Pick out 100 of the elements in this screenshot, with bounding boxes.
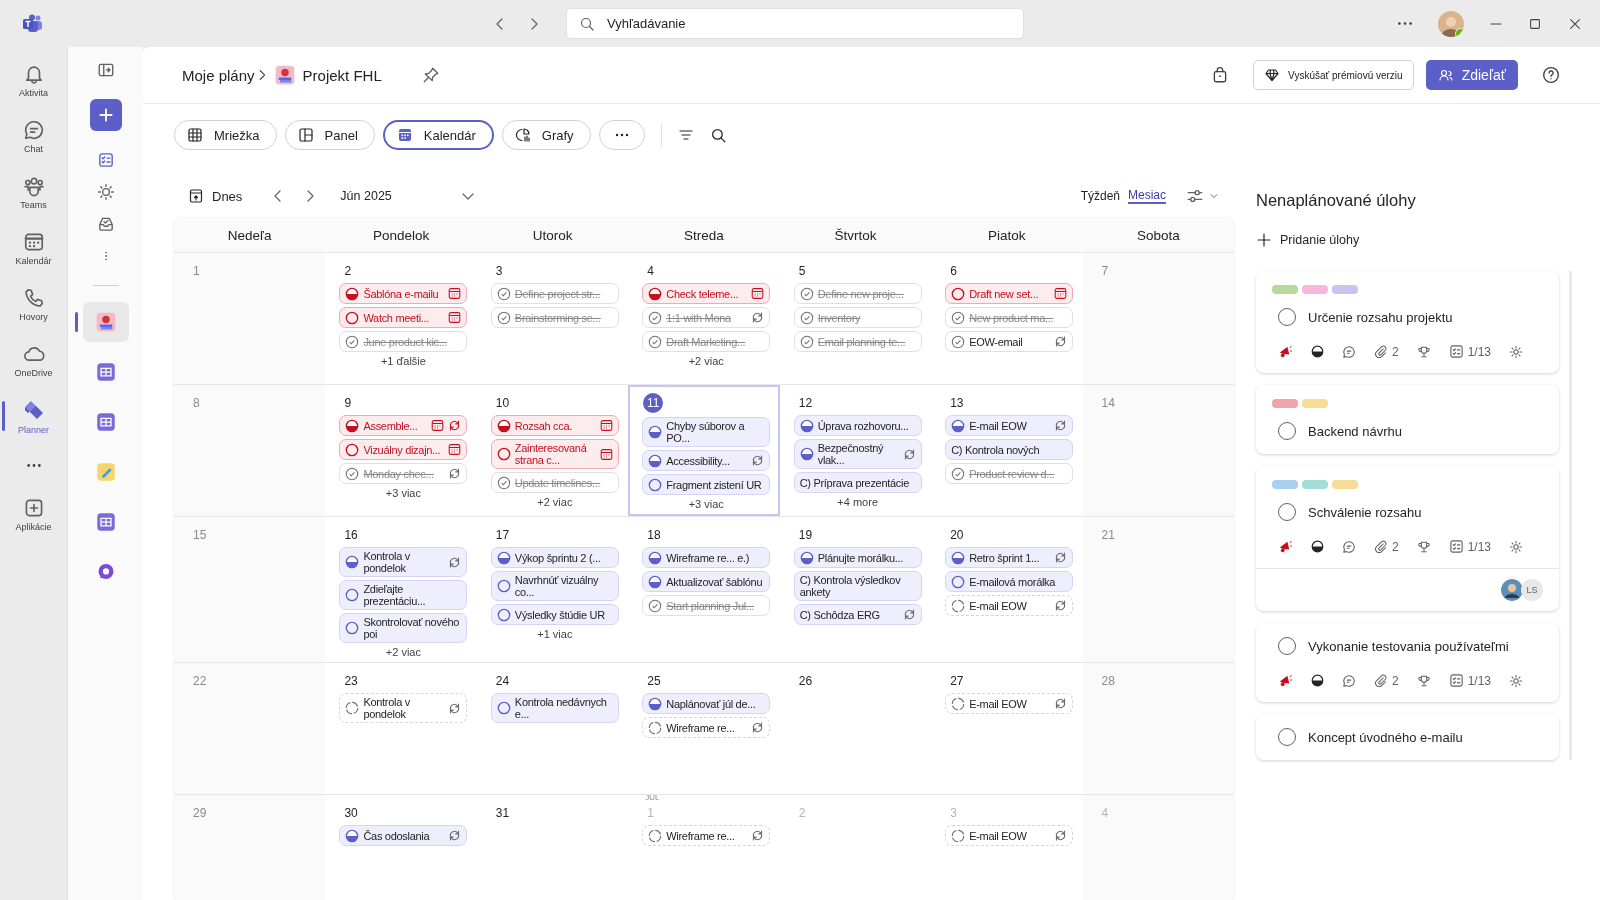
view-tab[interactable]: Kalendár <box>382 120 494 150</box>
task-chip[interactable]: 1:1 with Mona <box>642 307 771 328</box>
task-chip[interactable]: E-mailová morálka <box>945 571 1074 592</box>
task-card[interactable]: Backend návrhu <box>1256 385 1559 454</box>
task-chip[interactable]: Wireframe re... <box>642 825 771 846</box>
task-chip[interactable]: E-mail EOW <box>945 595 1074 616</box>
view-settings-button[interactable] <box>1186 187 1220 205</box>
task-chip[interactable]: Draft Marketing... <box>642 331 771 352</box>
more-tasks-link[interactable]: +1 viac <box>490 628 619 640</box>
task-chip[interactable]: Accessibility... <box>642 450 771 471</box>
search-button[interactable] <box>709 126 727 144</box>
task-chip[interactable]: Kontrola v pondelok <box>339 547 468 577</box>
task-chip[interactable]: Výkop šprintu 2 (... <box>490 547 619 568</box>
task-chip[interactable]: Product review d... <box>945 463 1074 484</box>
task-chip[interactable]: Úprava rozhovoru... <box>793 415 922 436</box>
task-chip[interactable]: Čas odoslania <box>339 825 468 846</box>
maximize-button[interactable] <box>1528 16 1542 31</box>
task-chip[interactable]: Zainteresovaná strana c... <box>490 439 619 469</box>
search-field[interactable]: Vyhľadávanie <box>605 15 1011 32</box>
task-chip[interactable]: Bezpečnostný vlak... <box>793 439 922 469</box>
rail-item[interactable]: Teams <box>0 165 67 219</box>
task-chip[interactable]: Aktualizovať šablónu <box>642 571 771 592</box>
task-chip[interactable]: C) Príprava prezentácie <box>793 472 922 493</box>
rail-item[interactable]: OneDrive <box>0 333 67 387</box>
more-button[interactable] <box>1398 22 1412 25</box>
task-chip[interactable]: EOW-email <box>945 331 1074 352</box>
rail-item[interactable]: Aktivita <box>0 53 67 107</box>
rail-item[interactable]: Kalendár <box>0 221 67 275</box>
rail-item[interactable]: Hovory <box>0 277 67 331</box>
task-chip[interactable]: E-mail EOW <box>945 693 1074 714</box>
task-chip[interactable]: C) Kontrola nových <box>945 439 1074 460</box>
task-chip[interactable]: Update timelines... <box>490 472 619 493</box>
pin-button[interactable] <box>421 66 440 84</box>
task-chip[interactable]: Check teleme... <box>642 283 771 304</box>
task-chip[interactable]: Define new proje... <box>793 283 922 304</box>
day-cell[interactable]: JUL 1 Wireframe re... <box>628 795 780 900</box>
more-tasks-link[interactable]: +2 viac <box>490 496 619 508</box>
more-tasks-link[interactable]: +3 viac <box>642 498 771 510</box>
task-chip[interactable]: Monday chec... <box>339 463 468 484</box>
task-chip[interactable]: Kontrola nedávnych e... <box>490 693 619 723</box>
task-card[interactable]: Určenie rozsahu projektu 2 1/13 <box>1256 271 1559 373</box>
task-chip[interactable]: Fragment zistení UR <box>642 474 771 495</box>
help-button[interactable] <box>1542 66 1560 84</box>
breadcrumb-link[interactable]: Moje plány <box>182 66 255 84</box>
more-tasks-link[interactable]: +3 viac <box>339 487 468 499</box>
task-chip[interactable]: Watch meeti... <box>339 307 468 328</box>
task-chip[interactable]: Wireframe re... <box>642 717 771 738</box>
rail-item[interactable]: Planner <box>0 389 67 443</box>
search-box[interactable]: Vyhľadávanie <box>566 8 1024 39</box>
add-task-button[interactable]: Pridanie úlohy <box>1256 232 1572 248</box>
today-button[interactable]: Dnes <box>188 188 243 204</box>
task-chip[interactable]: Plánujte morálku... <box>793 547 922 568</box>
task-chip[interactable]: Draft new set... <box>945 283 1074 304</box>
rail-item[interactable]: Aplikácie <box>0 487 67 541</box>
task-chip[interactable]: Navrhnúť vizuálny co... <box>490 571 619 601</box>
task-chip[interactable]: Vizuálny dizajn... <box>339 439 468 460</box>
rail-item[interactable]: Chat <box>0 109 67 163</box>
task-chip[interactable]: C) Schôdza ERG <box>793 604 922 625</box>
filter-button[interactable] <box>677 127 694 143</box>
task-chip[interactable]: Assemble... <box>339 415 468 436</box>
range-tab[interactable]: Mesiac <box>1128 188 1166 204</box>
task-chip[interactable]: Email planning te... <box>793 331 922 352</box>
day-cell[interactable]: 11 Chyby súborov a PO... Accessibility... Fragment zistení UR +3 viac <box>628 385 780 516</box>
task-chip[interactable]: Chyby súborov a PO... <box>642 417 771 447</box>
my-day-button[interactable] <box>96 183 115 201</box>
task-chip[interactable]: Inventory <box>793 307 922 328</box>
task-title: Rozsah cca. <box>514 419 574 432</box>
assigned-button[interactable] <box>96 215 115 233</box>
task-chip[interactable]: C) Kontrola výsledkov ankety <box>793 571 922 601</box>
collapse-button[interactable] <box>96 61 115 79</box>
new-plan-button[interactable] <box>89 99 122 131</box>
task-chip[interactable]: Retro šprint 1... <box>945 547 1074 568</box>
task-chip[interactable]: New product ma... <box>945 307 1074 328</box>
user-avatar[interactable] <box>1438 10 1464 37</box>
range-tab[interactable]: Týždeň <box>1080 188 1120 204</box>
task-chip[interactable]: Wireframe re... e.) <box>642 547 771 568</box>
task-chip[interactable]: Zdieľajte prezentáciu... <box>339 580 468 610</box>
task-card[interactable]: Koncept úvodného e-mailu <box>1256 714 1559 760</box>
task-chip[interactable]: Skontrolovať nového poi <box>339 613 468 643</box>
task-chip[interactable]: Kontrola v pondelok <box>339 693 468 723</box>
more-tasks-link[interactable]: +2 viac <box>339 646 468 658</box>
more-tasks-link[interactable]: +1 ďalšie <box>339 355 468 367</box>
task-chip[interactable]: Rozsah cca. <box>490 415 619 436</box>
task-chip[interactable]: E-mail EOW <box>945 825 1074 846</box>
task-chip[interactable]: Výsledky štúdie UR <box>490 604 619 625</box>
more-tasks-link[interactable]: +4 more <box>793 496 922 508</box>
tasks-button[interactable] <box>96 151 115 169</box>
premium-button[interactable]: Vyskúšať prémiovú verziu <box>1253 60 1414 90</box>
task-chip[interactable]: Šablóna e-mailu <box>339 283 468 304</box>
close-button[interactable] <box>1568 16 1582 31</box>
more-tasks-link[interactable]: +2 viac <box>642 355 771 367</box>
task-chip[interactable]: Naplánovať júl de... <box>642 693 771 714</box>
task-chip[interactable]: Start planning Jul... <box>642 595 771 616</box>
task-chip[interactable]: Define project str... <box>490 283 619 304</box>
task-chip[interactable]: E-mail EOW <box>945 415 1074 436</box>
task-card[interactable]: Vykonanie testovania používateľmi 2 1/13 <box>1256 623 1559 702</box>
task-chip[interactable]: June product kic... <box>339 331 468 352</box>
task-chip[interactable]: Brainstorming se... <box>490 307 619 328</box>
share-button[interactable]: Zdieľať <box>1425 60 1518 90</box>
task-card[interactable]: Schválenie rozsahu 2 1/13 LS <box>1256 466 1559 611</box>
